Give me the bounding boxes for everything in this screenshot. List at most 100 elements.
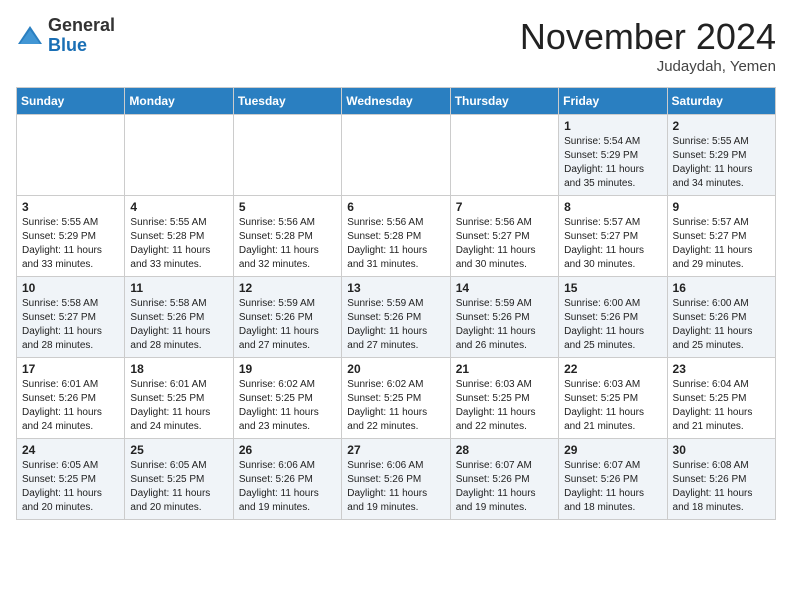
calendar-day-cell: 23 Sunrise: 6:04 AM Sunset: 5:25 PM Dayli… xyxy=(667,358,775,439)
day-number: 4 xyxy=(130,200,227,214)
day-number: 15 xyxy=(564,281,661,295)
calendar-body: 1Sunrise: 5:54 AM Sunset: 5:29 PM Daylig… xyxy=(17,115,776,520)
calendar-day-cell: 3 Sunrise: 5:55 AM Sunset: 5:29 PM Daylig… xyxy=(17,196,125,277)
day-info: Sunrise: 6:00 AM Sunset: 5:26 PM Dayligh… xyxy=(673,297,770,353)
day-number: 9 xyxy=(673,200,770,214)
calendar-day-cell: 26 Sunrise: 6:06 AM Sunset: 5:26 PM Dayli… xyxy=(233,439,341,520)
calendar-day-cell xyxy=(450,115,558,196)
calendar-day-cell: 24 Sunrise: 6:05 AM Sunset: 5:25 PM Dayli… xyxy=(17,439,125,520)
day-info: Sunrise: 6:07 AM Sunset: 5:26 PM Dayligh… xyxy=(564,459,661,515)
day-number: 26 xyxy=(239,443,336,457)
calendar-day-cell: 2 Sunrise: 5:55 AM Sunset: 5:29 PM Daylig… xyxy=(667,115,775,196)
day-number: 21 xyxy=(456,362,553,376)
day-info: Sunrise: 6:02 AM Sunset: 5:25 PM Dayligh… xyxy=(239,378,336,434)
day-info: Sunrise: 5:57 AM Sunset: 5:27 PM Dayligh… xyxy=(564,216,661,272)
logo-icon xyxy=(16,22,44,50)
weekday-header-row: SundayMondayTuesdayWednesdayThursdayFrid… xyxy=(17,88,776,115)
day-info: Sunrise: 5:56 AM Sunset: 5:27 PM Dayligh… xyxy=(456,216,553,272)
day-info: Sunrise: 5:59 AM Sunset: 5:26 PM Dayligh… xyxy=(456,297,553,353)
day-info: Sunrise: 6:05 AM Sunset: 5:25 PM Dayligh… xyxy=(130,459,227,515)
calendar-day-cell: 4 Sunrise: 5:55 AM Sunset: 5:28 PM Daylig… xyxy=(125,196,233,277)
day-info: Sunrise: 6:08 AM Sunset: 5:26 PM Dayligh… xyxy=(673,459,770,515)
calendar-day-cell: 9 Sunrise: 5:57 AM Sunset: 5:27 PM Daylig… xyxy=(667,196,775,277)
day-number: 2 xyxy=(673,119,770,133)
calendar-day-cell: 22 Sunrise: 6:03 AM Sunset: 5:25 PM Dayli… xyxy=(559,358,667,439)
calendar-week-row: 17 Sunrise: 6:01 AM Sunset: 5:26 PM Dayli… xyxy=(17,358,776,439)
calendar-day-cell: 27 Sunrise: 6:06 AM Sunset: 5:26 PM Dayli… xyxy=(342,439,450,520)
day-info: Sunrise: 5:54 AM Sunset: 5:29 PM Dayligh… xyxy=(564,135,661,191)
day-info: Sunrise: 6:01 AM Sunset: 5:25 PM Dayligh… xyxy=(130,378,227,434)
day-info: Sunrise: 6:01 AM Sunset: 5:26 PM Dayligh… xyxy=(22,378,119,434)
day-info: Sunrise: 6:04 AM Sunset: 5:25 PM Dayligh… xyxy=(673,378,770,434)
day-info: Sunrise: 6:06 AM Sunset: 5:26 PM Dayligh… xyxy=(239,459,336,515)
day-number: 19 xyxy=(239,362,336,376)
calendar-day-cell xyxy=(17,115,125,196)
calendar-day-cell: 16Sunrise: 6:00 AM Sunset: 5:26 PM Dayli… xyxy=(667,277,775,358)
day-info: Sunrise: 6:00 AM Sunset: 5:26 PM Dayligh… xyxy=(564,297,661,353)
calendar-day-cell: 13 Sunrise: 5:59 AM Sunset: 5:26 PM Dayli… xyxy=(342,277,450,358)
day-number: 20 xyxy=(347,362,444,376)
day-info: Sunrise: 6:03 AM Sunset: 5:25 PM Dayligh… xyxy=(564,378,661,434)
day-info: Sunrise: 6:06 AM Sunset: 5:26 PM Dayligh… xyxy=(347,459,444,515)
calendar-day-cell: 15 Sunrise: 6:00 AM Sunset: 5:26 PM Dayli… xyxy=(559,277,667,358)
day-number: 11 xyxy=(130,281,227,295)
calendar-day-cell: 17 Sunrise: 6:01 AM Sunset: 5:26 PM Dayli… xyxy=(17,358,125,439)
day-info: Sunrise: 5:55 AM Sunset: 5:29 PM Dayligh… xyxy=(673,135,770,191)
day-info: Sunrise: 5:55 AM Sunset: 5:28 PM Dayligh… xyxy=(130,216,227,272)
calendar-day-cell: 1Sunrise: 5:54 AM Sunset: 5:29 PM Daylig… xyxy=(559,115,667,196)
calendar-day-cell: 8 Sunrise: 5:57 AM Sunset: 5:27 PM Daylig… xyxy=(559,196,667,277)
calendar-day-cell: 18 Sunrise: 6:01 AM Sunset: 5:25 PM Dayli… xyxy=(125,358,233,439)
calendar-day-cell xyxy=(233,115,341,196)
day-info: Sunrise: 5:56 AM Sunset: 5:28 PM Dayligh… xyxy=(239,216,336,272)
calendar-day-cell: 14 Sunrise: 5:59 AM Sunset: 5:26 PM Dayli… xyxy=(450,277,558,358)
day-info: Sunrise: 6:02 AM Sunset: 5:25 PM Dayligh… xyxy=(347,378,444,434)
calendar-week-row: 10Sunrise: 5:58 AM Sunset: 5:27 PM Dayli… xyxy=(17,277,776,358)
calendar-day-cell: 29 Sunrise: 6:07 AM Sunset: 5:26 PM Dayli… xyxy=(559,439,667,520)
day-number: 23 xyxy=(673,362,770,376)
day-number: 27 xyxy=(347,443,444,457)
weekday-header-cell: Wednesday xyxy=(342,88,450,115)
day-number: 8 xyxy=(564,200,661,214)
page-header: General Blue November 2024 Judaydah, Yem… xyxy=(16,16,776,75)
calendar-day-cell: 6Sunrise: 5:56 AM Sunset: 5:28 PM Daylig… xyxy=(342,196,450,277)
logo-general-text: General xyxy=(48,16,115,36)
day-number: 13 xyxy=(347,281,444,295)
day-info: Sunrise: 5:57 AM Sunset: 5:27 PM Dayligh… xyxy=(673,216,770,272)
day-number: 28 xyxy=(456,443,553,457)
calendar-day-cell xyxy=(125,115,233,196)
calendar-week-row: 3 Sunrise: 5:55 AM Sunset: 5:29 PM Daylig… xyxy=(17,196,776,277)
day-number: 24 xyxy=(22,443,119,457)
calendar-day-cell: 21 Sunrise: 6:03 AM Sunset: 5:25 PM Dayli… xyxy=(450,358,558,439)
calendar-day-cell: 20 Sunrise: 6:02 AM Sunset: 5:25 PM Dayli… xyxy=(342,358,450,439)
calendar-table: SundayMondayTuesdayWednesdayThursdayFrid… xyxy=(16,87,776,520)
calendar-day-cell: 28 Sunrise: 6:07 AM Sunset: 5:26 PM Dayli… xyxy=(450,439,558,520)
day-info: Sunrise: 6:07 AM Sunset: 5:26 PM Dayligh… xyxy=(456,459,553,515)
day-info: Sunrise: 6:03 AM Sunset: 5:25 PM Dayligh… xyxy=(456,378,553,434)
day-number: 17 xyxy=(22,362,119,376)
calendar-day-cell: 25 Sunrise: 6:05 AM Sunset: 5:25 PM Dayli… xyxy=(125,439,233,520)
calendar-day-cell: 11 Sunrise: 5:58 AM Sunset: 5:26 PM Dayli… xyxy=(125,277,233,358)
day-number: 18 xyxy=(130,362,227,376)
day-number: 3 xyxy=(22,200,119,214)
calendar-week-row: 24 Sunrise: 6:05 AM Sunset: 5:25 PM Dayli… xyxy=(17,439,776,520)
day-info: Sunrise: 5:59 AM Sunset: 5:26 PM Dayligh… xyxy=(347,297,444,353)
calendar-day-cell: 30 Sunrise: 6:08 AM Sunset: 5:26 PM Dayli… xyxy=(667,439,775,520)
day-info: Sunrise: 5:55 AM Sunset: 5:29 PM Dayligh… xyxy=(22,216,119,272)
day-number: 25 xyxy=(130,443,227,457)
day-info: Sunrise: 6:05 AM Sunset: 5:25 PM Dayligh… xyxy=(22,459,119,515)
day-number: 6 xyxy=(347,200,444,214)
day-info: Sunrise: 5:59 AM Sunset: 5:26 PM Dayligh… xyxy=(239,297,336,353)
day-number: 10 xyxy=(22,281,119,295)
day-number: 14 xyxy=(456,281,553,295)
weekday-header-cell: Thursday xyxy=(450,88,558,115)
calendar-day-cell: 10Sunrise: 5:58 AM Sunset: 5:27 PM Dayli… xyxy=(17,277,125,358)
day-info: Sunrise: 5:58 AM Sunset: 5:26 PM Dayligh… xyxy=(130,297,227,353)
day-number: 30 xyxy=(673,443,770,457)
calendar-day-cell: 12Sunrise: 5:59 AM Sunset: 5:26 PM Dayli… xyxy=(233,277,341,358)
logo: General Blue xyxy=(16,16,115,56)
logo-blue-text: Blue xyxy=(48,36,115,56)
calendar-week-row: 1Sunrise: 5:54 AM Sunset: 5:29 PM Daylig… xyxy=(17,115,776,196)
calendar-day-cell xyxy=(342,115,450,196)
day-number: 29 xyxy=(564,443,661,457)
day-number: 22 xyxy=(564,362,661,376)
